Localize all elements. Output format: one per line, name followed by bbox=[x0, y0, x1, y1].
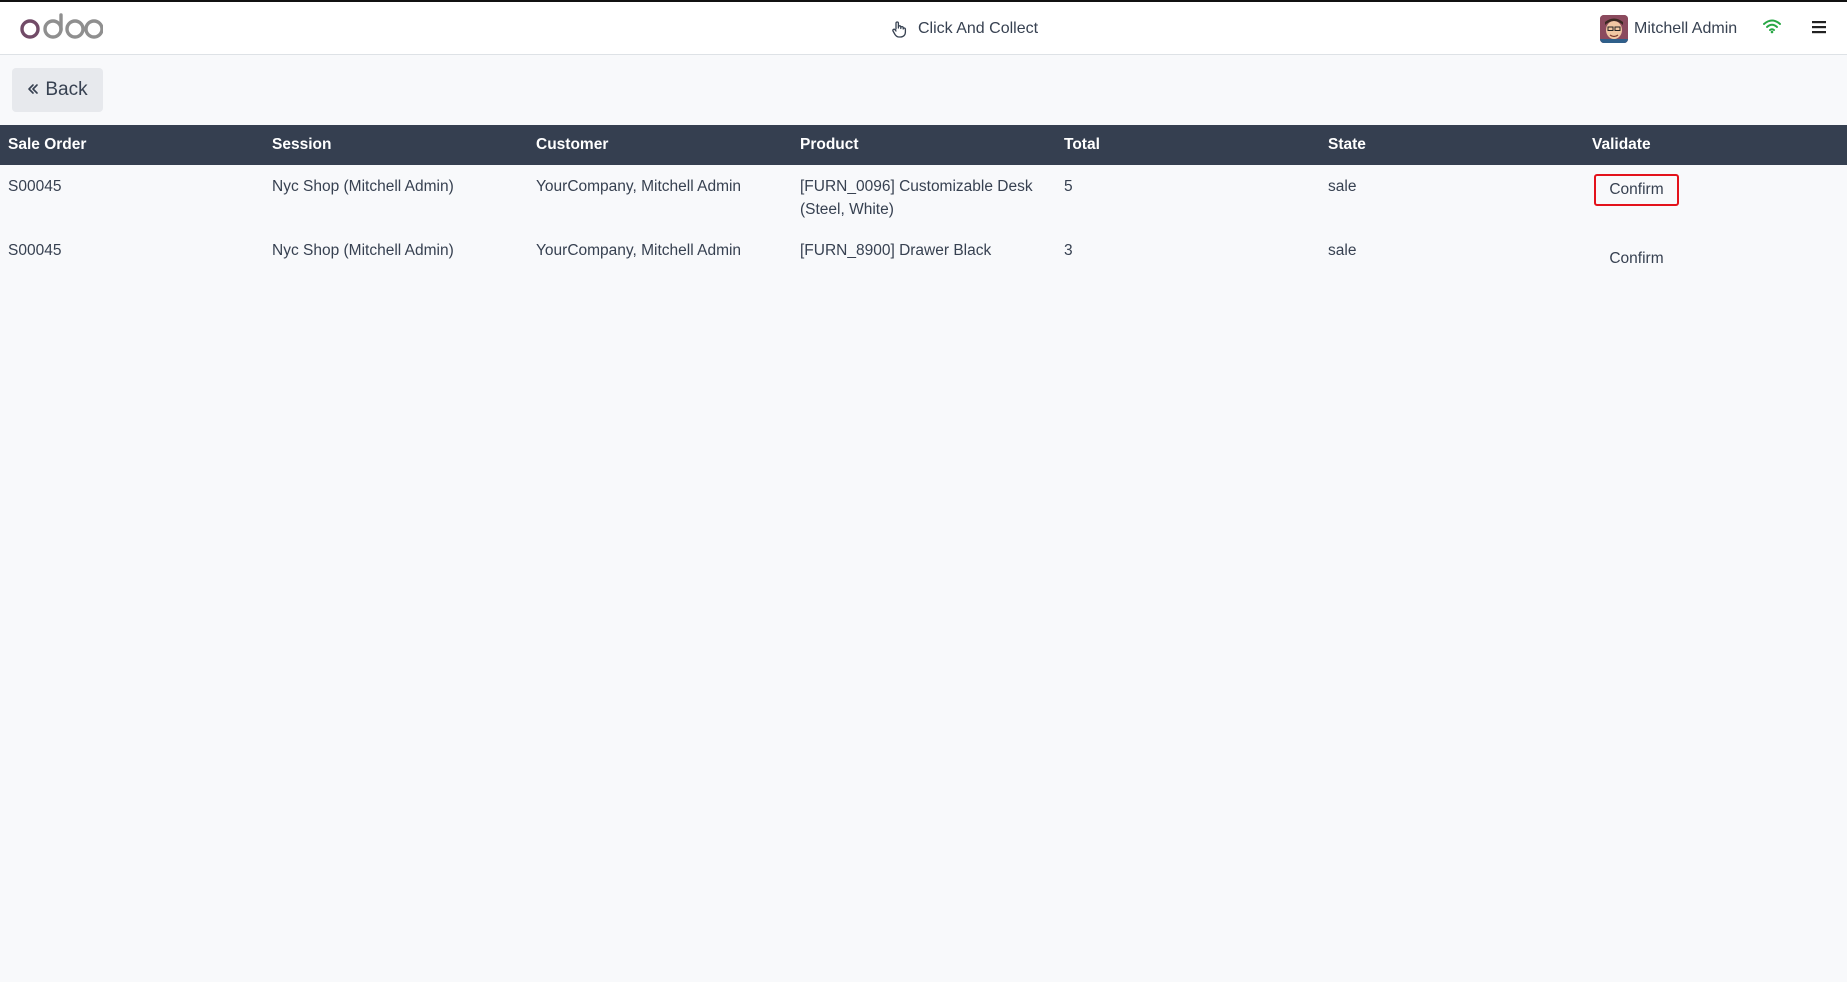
hamburger-menu-icon[interactable] bbox=[1812, 20, 1826, 39]
customer-cell: YourCompany, Mitchell Admin bbox=[536, 178, 742, 195]
hand-pointer-icon bbox=[890, 20, 908, 38]
column-header-sale-order: Sale Order bbox=[8, 136, 87, 153]
session-cell: Nyc Shop (Mitchell Admin) bbox=[272, 178, 454, 195]
confirm-button[interactable]: Confirm bbox=[1594, 243, 1679, 275]
column-header-total: Total bbox=[1064, 136, 1100, 153]
total-cell: 3 bbox=[1064, 242, 1073, 259]
product-cell: [FURN_0096] Customizable Desk (Steel, Wh… bbox=[800, 178, 1033, 218]
total-cell: 5 bbox=[1064, 178, 1073, 195]
avatar bbox=[1600, 15, 1628, 43]
odoo-logo[interactable] bbox=[19, 13, 104, 46]
table-row: S00045 Nyc Shop (Mitchell Admin) YourCom… bbox=[0, 229, 1847, 283]
customer-cell: YourCompany, Mitchell Admin bbox=[536, 242, 742, 259]
back-button[interactable]: Back bbox=[12, 68, 103, 112]
orders-table: Sale Order Session Customer Product Tota… bbox=[0, 125, 1847, 283]
sale-order-cell: S00045 bbox=[8, 242, 62, 259]
table-header: Sale Order Session Customer Product Tota… bbox=[0, 125, 1847, 165]
column-header-product: Product bbox=[800, 136, 859, 153]
double-chevron-left-icon bbox=[27, 79, 39, 101]
top-navbar: Click And Collect Mitchell Admin bbox=[0, 0, 1847, 55]
user-name: Mitchell Admin bbox=[1634, 20, 1738, 37]
column-header-state: State bbox=[1328, 136, 1366, 153]
wifi-icon bbox=[1763, 18, 1781, 39]
product-cell: [FURN_8900] Drawer Black bbox=[800, 242, 992, 259]
app-title: Click And Collect bbox=[890, 17, 1038, 41]
validate-cell: Confirm bbox=[1584, 174, 1847, 229]
column-header-session: Session bbox=[272, 136, 332, 153]
table-row: S00045 Nyc Shop (Mitchell Admin) YourCom… bbox=[0, 165, 1847, 229]
validate-cell: Confirm bbox=[1584, 239, 1847, 283]
back-label: Back bbox=[45, 79, 88, 100]
state-cell: sale bbox=[1328, 242, 1357, 259]
sale-order-cell: S00045 bbox=[8, 178, 62, 195]
app-title-label: Click And Collect bbox=[918, 20, 1039, 37]
session-cell: Nyc Shop (Mitchell Admin) bbox=[272, 242, 454, 259]
user-menu[interactable]: Mitchell Admin bbox=[1600, 14, 1737, 44]
column-header-customer: Customer bbox=[536, 136, 609, 153]
column-header-validate: Validate bbox=[1592, 136, 1651, 153]
state-cell: sale bbox=[1328, 178, 1357, 195]
confirm-button[interactable]: Confirm bbox=[1594, 174, 1679, 206]
